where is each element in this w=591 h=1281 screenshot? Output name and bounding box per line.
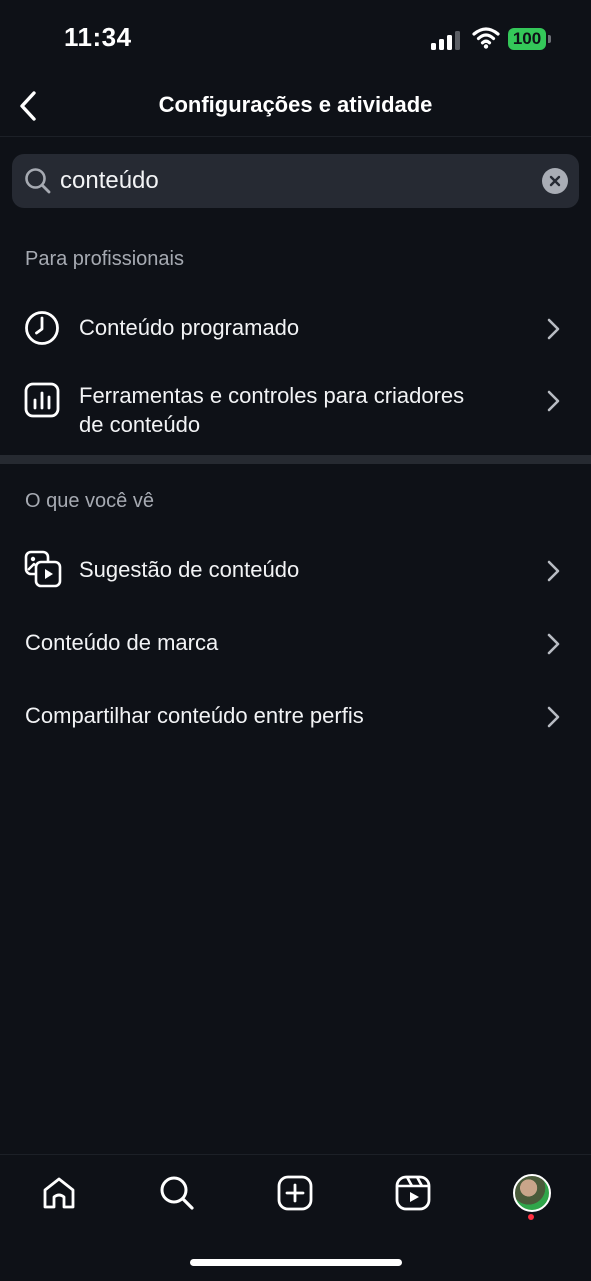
list-item-creator-tools[interactable]: Ferramentas e controles para criadores d… bbox=[0, 370, 591, 440]
list-item-scheduled-content[interactable]: Conteúdo programado bbox=[0, 300, 591, 356]
chevron-right-icon bbox=[547, 706, 560, 728]
media-suggestions-icon bbox=[24, 550, 62, 588]
battery-level: 100 bbox=[512, 29, 542, 48]
create-icon bbox=[277, 1175, 313, 1211]
section-title-what-you-see: O que você vê bbox=[25, 490, 154, 512]
list-item-label: Compartilhar conteúdo entre perfis bbox=[25, 703, 364, 728]
status-bar: 11:34 100 bbox=[0, 0, 591, 78]
nav-search-button[interactable] bbox=[157, 1173, 197, 1213]
home-icon bbox=[43, 1177, 75, 1209]
wifi-icon bbox=[472, 27, 500, 49]
section-title-professionals: Para profissionais bbox=[25, 248, 184, 270]
chevron-right-icon bbox=[547, 560, 560, 582]
page-title: Configurações e atividade bbox=[158, 92, 433, 117]
list-item-label: Conteúdo programado bbox=[79, 315, 300, 340]
list-item-share-content-profiles[interactable]: Compartilhar conteúdo entre perfis bbox=[0, 688, 591, 744]
chevron-right-icon bbox=[547, 318, 560, 340]
reels-icon bbox=[395, 1175, 431, 1211]
search-icon bbox=[25, 168, 51, 194]
chevron-right-icon bbox=[547, 633, 560, 655]
chevron-right-icon bbox=[547, 390, 560, 412]
settings-screen: 11:34 100 Configurações e atividade cont… bbox=[0, 0, 591, 1280]
bar-chart-icon bbox=[24, 382, 60, 418]
search-input[interactable] bbox=[60, 154, 530, 208]
status-time: 11:34 bbox=[64, 22, 132, 52]
clock-icon bbox=[25, 311, 59, 345]
list-item-label-line2: de conteúdo bbox=[79, 412, 201, 437]
list-item-label-line1: Ferramentas e controles para criadores bbox=[79, 383, 465, 408]
nav-home-button[interactable] bbox=[39, 1173, 79, 1213]
battery-tip bbox=[548, 35, 551, 43]
clear-search-button[interactable] bbox=[542, 168, 568, 194]
clear-icon bbox=[549, 175, 561, 187]
home-indicator bbox=[190, 1259, 402, 1266]
list-item-label: Conteúdo de marca bbox=[25, 630, 219, 655]
list-item-label: Sugestão de conteúdo bbox=[79, 557, 300, 582]
list-item-content-suggestions[interactable]: Sugestão de conteúdo bbox=[0, 542, 591, 598]
notification-dot bbox=[528, 1214, 534, 1220]
search-icon bbox=[160, 1176, 194, 1210]
avatar bbox=[513, 1174, 551, 1212]
nav-profile-button[interactable] bbox=[512, 1173, 552, 1213]
nav-reels-button[interactable] bbox=[393, 1173, 433, 1213]
list-item-branded-content[interactable]: Conteúdo de marca bbox=[0, 615, 591, 671]
nav-create-button[interactable] bbox=[275, 1173, 315, 1213]
cellular-signal-icon bbox=[431, 31, 460, 50]
section-divider bbox=[0, 455, 591, 464]
search-bar[interactable] bbox=[12, 154, 579, 208]
header: Configurações e atividade bbox=[0, 78, 591, 137]
battery-indicator: 100 bbox=[508, 28, 546, 50]
